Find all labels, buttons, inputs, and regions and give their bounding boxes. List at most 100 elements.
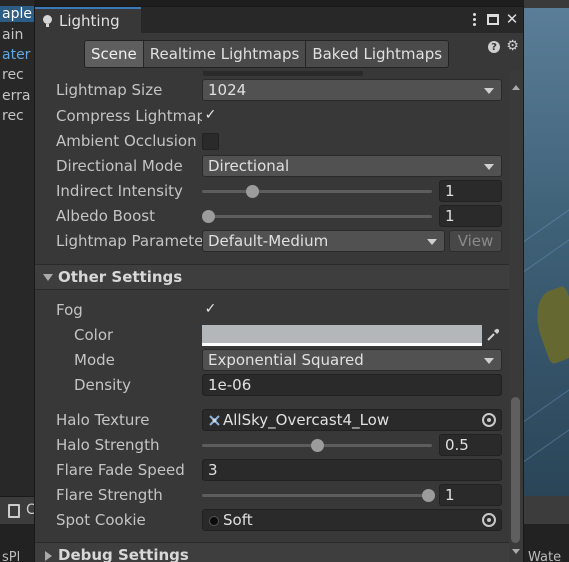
halo-texture-field[interactable]: AllSky_Overcast4_Low xyxy=(202,409,502,431)
flare-strength-row: Flare Strength 1 xyxy=(35,483,509,508)
directional-mode-label: Directional Mode xyxy=(56,157,183,175)
fog-density-row: Density 1e-06 xyxy=(35,373,509,398)
background-hierarchy-panel: aple ain ater rec erra rec C sPl xyxy=(0,0,36,562)
fog-checkbox[interactable]: ✓ xyxy=(202,302,219,319)
halo-strength-field[interactable]: 0.5 xyxy=(439,434,502,456)
cookie-texture-icon xyxy=(209,516,219,526)
directional-mode-value: Directional xyxy=(208,157,290,175)
tab-baked-lightmaps[interactable]: Baked Lightmaps xyxy=(306,41,449,67)
flare-strength-label: Flare Strength xyxy=(56,486,163,504)
texture-icon xyxy=(209,415,220,426)
tab-lighting[interactable]: Lighting xyxy=(35,7,141,33)
background-scene-view[interactable]: Wate xyxy=(524,0,569,562)
flare-fade-speed-label: Flare Fade Speed xyxy=(56,461,185,479)
scroll-up-arrow-icon[interactable] xyxy=(512,85,520,90)
halo-strength-slider-thumb[interactable] xyxy=(311,439,324,452)
halo-strength-row: Halo Strength 0.5 xyxy=(35,433,509,458)
inspector-content: Lightmap Size 1024 Compress Lightmap ✓ A… xyxy=(35,71,509,562)
chevron-down-icon xyxy=(484,164,494,170)
lightmap-parameters-row: Lightmap Parameter Default-Medium View xyxy=(35,229,509,254)
lightmap-size-label: Lightmap Size xyxy=(56,81,163,99)
view-button[interactable]: View xyxy=(449,230,502,252)
object-picker-icon[interactable] xyxy=(482,413,496,427)
foldout-expanded-icon xyxy=(43,274,53,281)
truncated-field xyxy=(203,71,363,76)
indirect-intensity-field[interactable]: 1 xyxy=(439,180,502,202)
kebab-menu-icon[interactable] xyxy=(467,10,481,28)
hierarchy-item[interactable]: rec xyxy=(2,67,24,83)
halo-texture-label: Halo Texture xyxy=(56,411,150,429)
lightmap-parameters-dropdown[interactable]: Default-Medium xyxy=(202,230,445,252)
fog-mode-value: Exponential Squared xyxy=(208,351,364,369)
albedo-boost-slider[interactable] xyxy=(202,215,432,218)
indirect-intensity-row: Indirect Intensity 1 xyxy=(35,179,509,204)
compress-lightmaps-row: Compress Lightmap ✓ xyxy=(35,104,509,129)
scrollbar-thumb[interactable] xyxy=(511,397,520,543)
fog-color-row: Color xyxy=(35,323,509,348)
background-bottom-panel: Wate xyxy=(524,524,569,562)
maximize-icon[interactable] xyxy=(487,13,499,25)
albedo-boost-field[interactable]: 1 xyxy=(439,205,502,227)
fog-color-swatch[interactable] xyxy=(202,325,482,346)
flare-fade-speed-field[interactable]: 3 xyxy=(202,459,502,481)
flare-strength-field[interactable]: 1 xyxy=(439,484,502,506)
document-icon xyxy=(8,504,20,518)
window-title: Lighting xyxy=(59,12,120,30)
chevron-down-icon xyxy=(484,88,494,94)
hierarchy-item[interactable]: erra xyxy=(2,88,30,104)
directional-mode-dropdown[interactable]: Directional xyxy=(202,155,502,177)
debug-settings-foldout[interactable]: Debug Settings xyxy=(35,542,509,562)
scene-sky xyxy=(524,0,569,562)
compress-lightmaps-checkbox[interactable]: ✓ xyxy=(202,108,219,125)
close-icon[interactable]: ✕ xyxy=(505,10,519,28)
flare-strength-slider-thumb[interactable] xyxy=(422,489,435,502)
scroll-down-arrow-icon[interactable] xyxy=(512,549,520,554)
tab-scene[interactable]: Scene xyxy=(85,41,144,67)
lightmap-parameters-value: Default-Medium xyxy=(208,232,329,250)
vertical-scrollbar[interactable] xyxy=(509,71,523,562)
halo-texture-row: Halo Texture AllSky_Overcast4_Low xyxy=(35,408,509,433)
lightmap-size-row: Lightmap Size 1024 xyxy=(35,78,509,103)
mode-tabs: Scene Realtime Lightmaps Baked Lightmaps xyxy=(84,40,450,68)
help-icon[interactable]: ? xyxy=(488,41,500,53)
hierarchy-item[interactable]: rec xyxy=(2,108,24,124)
hierarchy-item[interactable]: ater xyxy=(2,47,30,63)
chevron-down-icon xyxy=(484,358,494,364)
eyedropper-icon[interactable] xyxy=(486,328,500,342)
gear-icon[interactable]: ⚙ xyxy=(506,39,519,53)
fog-color-label: Color xyxy=(74,326,114,344)
indirect-intensity-slider[interactable] xyxy=(202,190,432,193)
tab-realtime-lightmaps[interactable]: Realtime Lightmaps xyxy=(143,41,307,67)
flare-fade-speed-row: Flare Fade Speed 3 xyxy=(35,458,509,483)
fog-row: Fog ✓ xyxy=(35,298,509,323)
albedo-boost-slider-thumb[interactable] xyxy=(202,210,215,223)
debug-settings-title: Debug Settings xyxy=(58,546,189,562)
spot-cookie-value: Soft xyxy=(223,511,253,529)
background-text: sPl xyxy=(2,550,21,562)
directional-mode-row: Directional Mode Directional xyxy=(35,154,509,179)
other-settings-title: Other Settings xyxy=(58,268,183,286)
indirect-intensity-slider-thumb[interactable] xyxy=(246,185,259,198)
lightmap-parameters-label: Lightmap Parameter xyxy=(56,232,202,250)
compress-lightmaps-label: Compress Lightmap xyxy=(56,107,202,125)
lightmap-size-dropdown[interactable]: 1024 xyxy=(202,79,502,101)
flare-strength-slider[interactable] xyxy=(202,494,432,497)
halo-texture-value: AllSky_Overcast4_Low xyxy=(223,411,390,429)
fog-mode-label: Mode xyxy=(74,351,115,369)
object-picker-icon[interactable] xyxy=(482,513,496,527)
halo-strength-label: Halo Strength xyxy=(56,436,160,454)
spot-cookie-label: Spot Cookie xyxy=(56,511,146,529)
ambient-occlusion-checkbox[interactable] xyxy=(202,133,219,150)
fog-mode-dropdown[interactable]: Exponential Squared xyxy=(202,349,502,371)
hierarchy-item[interactable]: aple xyxy=(0,6,34,22)
console-tab[interactable]: C xyxy=(0,496,36,524)
window-titlebar[interactable]: Lighting ✕ xyxy=(35,7,523,33)
fog-density-field[interactable]: 1e-06 xyxy=(202,374,502,396)
spot-cookie-field[interactable]: Soft xyxy=(202,509,502,531)
fog-density-label: Density xyxy=(74,376,132,394)
hierarchy-item[interactable]: ain xyxy=(2,27,23,43)
lighting-toolbar: Scene Realtime Lightmaps Baked Lightmaps xyxy=(35,33,523,71)
other-settings-foldout[interactable]: Other Settings xyxy=(35,264,509,290)
fog-label: Fog xyxy=(56,301,83,319)
scene-toolbar xyxy=(524,0,569,8)
